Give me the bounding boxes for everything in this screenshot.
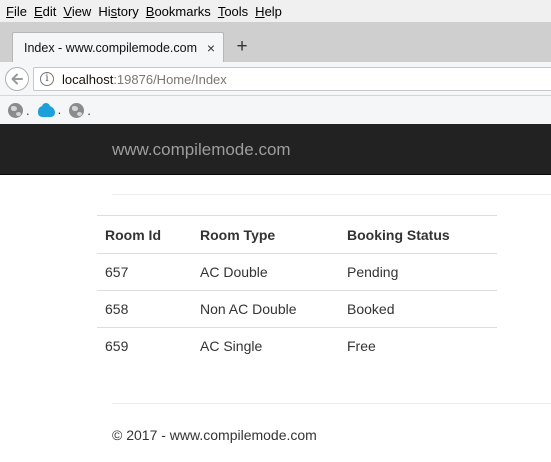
divider: [112, 403, 551, 404]
navigation-bar: i localhost:19876/Home/Index: [0, 62, 551, 96]
column-header-room-id: Room Id: [97, 215, 192, 254]
back-button[interactable]: [5, 67, 29, 91]
menu-help[interactable]: Help: [253, 4, 287, 19]
menu-bookmarks[interactable]: Bookmarks: [144, 4, 216, 19]
table-row: 659 AC Single Free: [97, 327, 497, 365]
bookmark-label: .: [87, 102, 91, 118]
cell-room-type: Non AC Double: [192, 290, 339, 328]
info-icon[interactable]: i: [40, 72, 54, 86]
bookmark-label: .: [26, 102, 30, 118]
table-row: 657 AC Double Pending: [97, 254, 497, 291]
cell-room-type: AC Single: [192, 327, 339, 365]
cell-booking-status: Free: [339, 327, 497, 365]
bookmark-label: .: [57, 102, 62, 117]
bookmark-item[interactable]: .: [37, 102, 62, 117]
column-header-booking-status: Booking Status: [339, 215, 497, 254]
site-navbar: www.compilemode.com: [0, 124, 551, 175]
footer-copyright: © 2017 - www.compilemode.com: [112, 427, 317, 443]
menu-edit[interactable]: Edit: [32, 4, 61, 19]
url-host: localhost: [62, 71, 114, 87]
cell-room-id: 657: [105, 264, 129, 280]
globe-icon: [8, 102, 23, 118]
site-brand-link[interactable]: www.compilemode.com: [112, 140, 291, 160]
table-header-row: Room Id Room Type Booking Status: [97, 215, 497, 254]
menu-tools[interactable]: Tools: [216, 4, 253, 19]
cell-room-id: 659: [97, 327, 192, 365]
cell-booking-status: Pending: [347, 264, 399, 280]
bookmark-item[interactable]: .: [69, 102, 91, 118]
close-icon[interactable]: ×: [199, 40, 223, 56]
globe-icon: [69, 102, 85, 118]
salesforce-cloud-icon: [37, 103, 55, 117]
cell-booking-status: Booked: [339, 290, 497, 328]
menu-bar: File Edit View History Bookmarks Tools H…: [0, 0, 551, 22]
new-tab-button[interactable]: +: [232, 36, 252, 58]
bookmark-item[interactable]: .: [8, 102, 30, 118]
cell-room-id: 658: [97, 290, 192, 328]
back-arrow-icon: [11, 73, 23, 85]
address-bar[interactable]: i localhost:19876/Home/Index: [33, 67, 551, 91]
tab-index[interactable]: Index - www.compilemode.com ×: [12, 32, 224, 62]
url-path: :19876/Home/Index: [113, 71, 227, 87]
cell-room-type: AC Double: [200, 264, 268, 280]
room-booking-table: Room Id Room Type Booking Status 657 AC …: [97, 215, 497, 365]
menu-view[interactable]: View: [61, 4, 96, 19]
column-header-room-type: Room Type: [192, 215, 339, 254]
divider: [112, 194, 551, 195]
menu-file[interactable]: File: [4, 4, 32, 19]
table-row: 658 Non AC Double Booked: [97, 290, 497, 328]
menu-history[interactable]: History: [96, 4, 143, 19]
bookmarks-toolbar: . . .: [0, 96, 551, 124]
tab-strip: Index - www.compilemode.com × +: [0, 22, 551, 62]
tab-title: Index - www.compilemode.com: [24, 40, 197, 55]
